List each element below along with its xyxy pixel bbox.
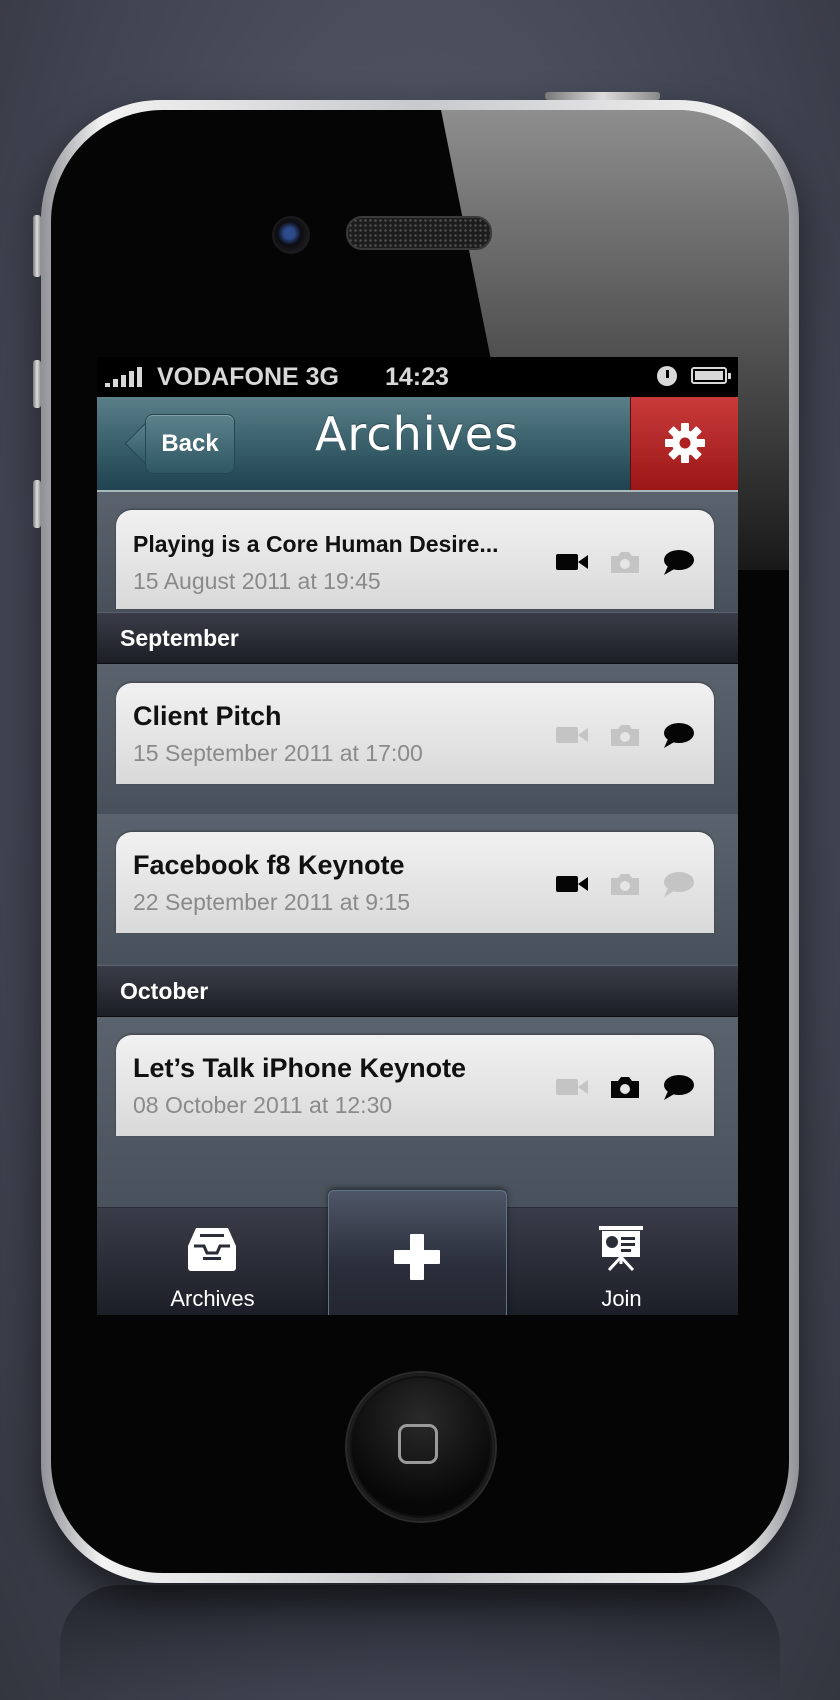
- comment-icon: [664, 872, 694, 897]
- battery-icon: [691, 367, 731, 384]
- video-icon: [556, 1079, 588, 1095]
- inbox-tray-icon: [188, 1228, 236, 1271]
- navigation-bar: Back Archives: [97, 397, 738, 492]
- comment-icon: [664, 550, 694, 575]
- archive-item-media: [554, 721, 696, 749]
- volume-up-button: [33, 360, 41, 408]
- settings-button[interactable]: [630, 397, 738, 490]
- app-screen: VODAFONE 3G 14:23 Back Archives Playing …: [97, 357, 738, 1315]
- back-button[interactable]: Back: [145, 414, 235, 474]
- video-icon: [556, 554, 588, 570]
- tab-archives[interactable]: Archives: [97, 1208, 328, 1315]
- tab-label: Archives: [170, 1286, 255, 1311]
- add-button[interactable]: [328, 1190, 507, 1315]
- archive-item-title: Let’s Talk iPhone Keynote: [133, 1053, 467, 1083]
- list-slot: Playing is a Core Human Desire... 15 Aug…: [97, 492, 738, 612]
- alarm-clock-icon: [657, 366, 677, 386]
- archive-item-media: [554, 870, 696, 898]
- archive-item-media: [554, 548, 696, 576]
- camera-icon: [611, 725, 639, 746]
- archive-item-date: 22 September 2011 at 9:15: [133, 889, 411, 915]
- floor-reflection: [60, 1585, 780, 1695]
- power-button: [545, 92, 660, 100]
- archive-item-date: 15 September 2011 at 17:00: [133, 740, 423, 766]
- archive-item-title: Facebook f8 Keynote: [133, 850, 405, 880]
- video-icon: [556, 876, 588, 892]
- section-header-label: September: [120, 625, 239, 651]
- archive-item[interactable]: Facebook f8 Keynote 22 September 2011 at…: [116, 832, 714, 933]
- camera-icon: [611, 1077, 639, 1098]
- signal-strength-icon: [105, 367, 142, 387]
- carrier-name: VODAFONE 3G: [157, 363, 339, 391]
- presentation-board-icon: [599, 1226, 643, 1272]
- tab-join[interactable]: Join: [505, 1208, 738, 1315]
- tab-bar: Archives Join: [97, 1190, 738, 1315]
- home-button[interactable]: [347, 1373, 495, 1521]
- camera-icon: [611, 552, 639, 573]
- earpiece-speaker: [346, 216, 492, 250]
- archive-item-title: Client Pitch: [133, 701, 282, 731]
- list-slot: Let’s Talk iPhone Keynote 08 October 201…: [97, 1017, 738, 1217]
- list-slot: Client Pitch 15 September 2011 at 17:00: [97, 664, 738, 814]
- tab-label: Join: [601, 1286, 642, 1311]
- archive-item-date: 08 October 2011 at 12:30: [133, 1092, 393, 1118]
- camera-icon: [611, 874, 639, 895]
- archive-item-date: 15 August 2011 at 19:45: [133, 568, 381, 594]
- list-slot: Facebook f8 Keynote 22 September 2011 at…: [97, 814, 738, 964]
- status-bar: VODAFONE 3G 14:23: [97, 357, 738, 397]
- gear-icon: [665, 423, 705, 463]
- archive-item[interactable]: Client Pitch 15 September 2011 at 17:00: [116, 683, 714, 784]
- front-camera: [272, 216, 310, 254]
- volume-down-button: [33, 480, 41, 528]
- page-title: Archives: [314, 407, 520, 461]
- section-header-october: October: [97, 965, 738, 1017]
- archive-item[interactable]: Playing is a Core Human Desire... 15 Aug…: [116, 510, 714, 609]
- mute-switch: [33, 215, 41, 277]
- video-icon: [556, 727, 588, 743]
- archive-item[interactable]: Let’s Talk iPhone Keynote 08 October 201…: [116, 1035, 714, 1136]
- section-header-september: September: [97, 612, 738, 664]
- comment-icon: [664, 1075, 694, 1100]
- status-time: 14:23: [385, 363, 449, 391]
- plus-icon: [394, 1234, 440, 1280]
- archive-item-title: Playing is a Core Human Desire...: [133, 531, 499, 557]
- comment-icon: [664, 723, 694, 748]
- section-header-label: October: [120, 978, 209, 1004]
- archive-item-media: [554, 1073, 696, 1101]
